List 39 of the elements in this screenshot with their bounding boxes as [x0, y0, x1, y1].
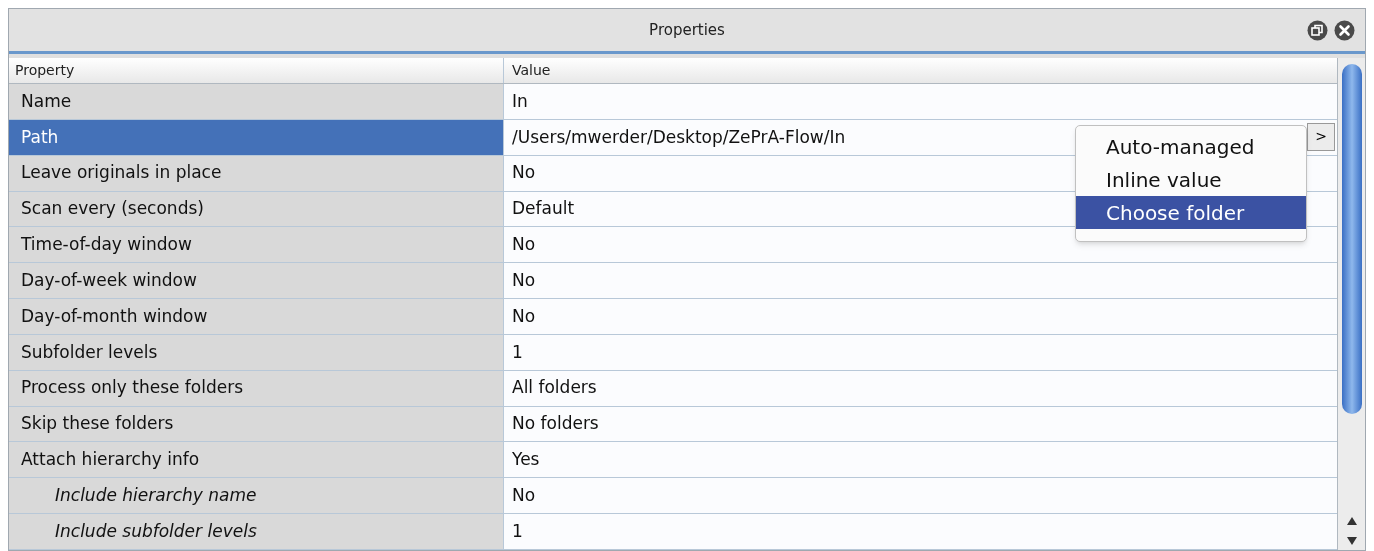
value-cell[interactable]: 1	[504, 518, 523, 545]
scrollbar[interactable]	[1337, 58, 1365, 550]
window-title: Properties	[649, 19, 725, 41]
property-cell[interactable]: Day-of-week window	[9, 263, 504, 299]
property-cell[interactable]: Attach hierarchy info	[9, 442, 504, 478]
property-cell[interactable]: Time-of-day window	[9, 227, 504, 263]
menu-item[interactable]: Inline value	[1076, 163, 1306, 196]
value-cell[interactable]: No	[504, 482, 536, 509]
property-cell[interactable]: Include hierarchy name	[9, 478, 504, 514]
value-cell[interactable]: Yes	[504, 447, 540, 473]
more-button[interactable]: >	[1307, 122, 1335, 151]
value-cell[interactable]: No	[504, 232, 536, 258]
value-cell[interactable]: /Users/mwerder/Desktop/ZePrA-Flow/In	[504, 124, 846, 150]
value-cell[interactable]: 1	[504, 339, 523, 366]
value-cell[interactable]: All folders	[504, 375, 597, 401]
value-cell[interactable]: No	[504, 303, 536, 330]
column-header[interactable]: Value	[504, 58, 1337, 83]
value-cell[interactable]: No	[504, 160, 536, 186]
property-cell[interactable]: Scan every (seconds)	[9, 191, 504, 227]
property-cell[interactable]: Skip these folders	[9, 406, 504, 442]
property-cell[interactable]: Process only these folders	[9, 370, 504, 406]
property-cell[interactable]: Path	[9, 119, 504, 155]
menu-item[interactable]: Choose folder	[1076, 196, 1306, 229]
property-cell[interactable]: Name	[9, 84, 504, 119]
value-cell[interactable]: In	[504, 88, 528, 115]
restore-icon[interactable]	[1307, 20, 1328, 41]
property-cell[interactable]: Leave originals in place	[9, 155, 504, 191]
scroll-thumb[interactable]	[1341, 64, 1362, 414]
column-header[interactable]: Property	[9, 58, 504, 83]
value-cell[interactable]: No folders	[504, 411, 599, 437]
value-cell[interactable]: No	[504, 267, 536, 294]
close-icon[interactable]	[1334, 20, 1355, 41]
value-cell[interactable]: Default	[504, 196, 575, 222]
property-cell[interactable]: Subfolder levels	[9, 334, 504, 370]
property-cell[interactable]: Include subfolder levels	[9, 514, 504, 549]
scroll-up-icon[interactable]	[1345, 516, 1358, 526]
property-cell[interactable]: Day-of-month window	[9, 299, 504, 334]
scroll-down-icon[interactable]	[1345, 536, 1358, 546]
menu-item[interactable]: Auto-managed	[1076, 130, 1306, 163]
